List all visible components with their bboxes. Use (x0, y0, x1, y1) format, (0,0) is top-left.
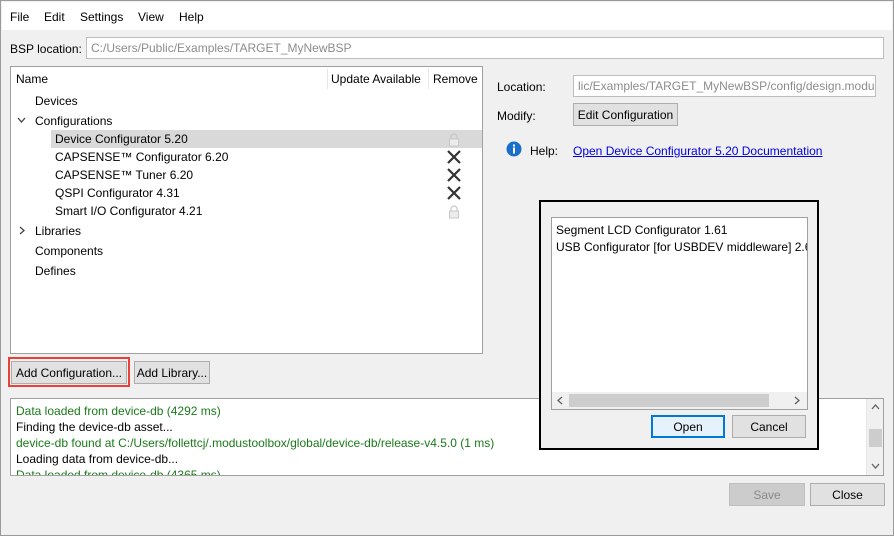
scroll-right-icon[interactable] (794, 396, 800, 405)
tree-item-label: Components (35, 244, 104, 258)
tree-item-capsense-configurator[interactable]: CAPSENSE™ Configurator 6.20 (11, 148, 482, 166)
remove-x-icon[interactable] (446, 185, 462, 201)
tree-item-label: Libraries (35, 224, 82, 238)
tree-item-components[interactable]: Components (11, 242, 482, 260)
menu-file[interactable]: File (10, 10, 29, 24)
tree-item-libraries[interactable]: Libraries (11, 222, 482, 240)
scroll-left-icon[interactable] (557, 396, 563, 405)
remove-x-icon[interactable] (446, 167, 462, 183)
bsp-location-label: BSP location: (10, 42, 82, 56)
modify-label: Modify: (497, 109, 536, 123)
cancel-button[interactable]: Cancel (732, 415, 806, 438)
scrollbar-thumb[interactable] (869, 429, 882, 447)
tree-item-label: CAPSENSE™ Tuner 6.20 (55, 168, 194, 182)
add-configuration-dialog: Segment LCD Configurator 1.61 USB Config… (539, 200, 819, 450)
tree-item-qspi-configurator[interactable]: QSPI Configurator 4.31 (11, 184, 482, 202)
config-tree[interactable]: Name Update Available Remove Devices Con… (10, 66, 483, 354)
help-label: Help: (530, 144, 559, 158)
console-line: Data loaded from device-db (4365 ms) (16, 468, 221, 476)
column-divider (327, 69, 328, 89)
chevron-right-icon[interactable] (19, 226, 26, 235)
bsp-location-field[interactable]: C:/Users/Public/Examples/TARGET_MyNewBSP (86, 37, 884, 59)
tree-item-devices[interactable]: Devices (11, 92, 482, 110)
save-button[interactable]: Save (729, 483, 805, 506)
console-line: device-db found at C:/Users/follettcj/.m… (16, 436, 495, 450)
chevron-down-icon[interactable] (17, 117, 26, 124)
scroll-up-icon[interactable] (871, 404, 880, 410)
console-line: Finding the device-db asset... (16, 420, 173, 434)
list-item[interactable]: USB Configurator [for USBDEV middleware]… (556, 240, 807, 254)
lock-icon (449, 133, 459, 147)
menu-settings[interactable]: Settings (80, 10, 123, 24)
open-button[interactable]: Open (651, 415, 725, 438)
close-button[interactable]: Close (810, 483, 885, 506)
scrollbar-thumb[interactable] (569, 394, 769, 407)
tree-item-device-configurator[interactable]: Device Configurator 5.20 (51, 130, 482, 148)
app-window: File Edit Settings View Help BSP locatio… (0, 0, 894, 536)
scroll-down-icon[interactable] (871, 463, 880, 469)
configurator-list[interactable]: Segment LCD Configurator 1.61 USB Config… (551, 217, 808, 410)
remove-x-icon[interactable] (446, 149, 462, 165)
menu-help[interactable]: Help (179, 10, 204, 24)
menu-bar: File Edit Settings View Help (2, 2, 892, 30)
tree-item-defines[interactable]: Defines (11, 262, 482, 280)
column-update-available[interactable]: Update Available (331, 67, 431, 91)
tree-item-capsense-tuner[interactable]: CAPSENSE™ Tuner 6.20 (11, 166, 482, 184)
tree-item-label: QSPI Configurator 4.31 (55, 186, 180, 200)
tree-item-smart-io-configurator[interactable]: Smart I/O Configurator 4.21 (11, 202, 482, 220)
list-item[interactable]: Segment LCD Configurator 1.61 (556, 223, 727, 237)
location-field[interactable]: lic/Examples/TARGET_MyNewBSP/config/desi… (573, 75, 876, 97)
column-remove[interactable]: Remove (433, 67, 483, 91)
tree-item-label: CAPSENSE™ Configurator 6.20 (55, 150, 229, 164)
tree-item-configurations[interactable]: Configurations (11, 112, 482, 130)
documentation-link[interactable]: Open Device Configurator 5.20 Documentat… (573, 144, 822, 158)
lock-icon (449, 205, 459, 219)
console-scrollbar[interactable] (866, 399, 883, 475)
list-horizontal-scrollbar[interactable] (552, 392, 807, 409)
column-divider (428, 69, 429, 89)
menu-view[interactable]: View (138, 10, 164, 24)
tree-item-label: Configurations (35, 114, 113, 128)
menu-edit[interactable]: Edit (44, 10, 65, 24)
location-label: Location: (497, 80, 546, 94)
edit-configuration-button[interactable]: Edit Configuration (573, 103, 678, 126)
tree-item-label: Defines (35, 264, 76, 278)
tree-item-label: Device Configurator 5.20 (55, 132, 188, 146)
tree-item-label: Smart I/O Configurator 4.21 (55, 204, 203, 218)
highlight-box (8, 357, 130, 387)
column-name[interactable]: Name (16, 67, 326, 91)
info-icon (506, 141, 522, 157)
add-library-button[interactable]: Add Library... (134, 361, 210, 384)
console-line: Data loaded from device-db (4292 ms) (16, 404, 221, 418)
console-line: Loading data from device-db... (16, 452, 179, 466)
tree-item-label: Devices (35, 94, 78, 108)
